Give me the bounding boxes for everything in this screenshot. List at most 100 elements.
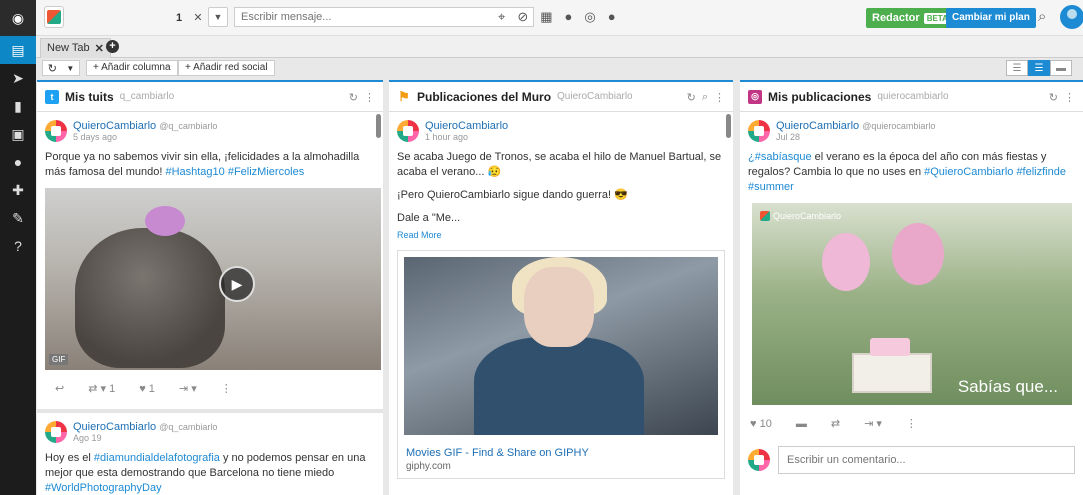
avatar[interactable]	[397, 120, 419, 142]
link-preview-image[interactable]	[404, 257, 718, 435]
attach-icon[interactable]: ⊘	[517, 9, 528, 25]
message-input[interactable]	[234, 7, 534, 27]
refresh-icon[interactable]: ↻	[349, 91, 358, 104]
post-time[interactable]: Ago 19	[73, 433, 217, 443]
play-icon[interactable]: ▶	[219, 266, 255, 302]
post-time[interactable]: 1 hour ago	[425, 132, 508, 142]
search-icon[interactable]: ⌕	[702, 91, 708, 104]
view-compact-icon[interactable]: ☰	[1006, 60, 1028, 76]
privacy-icon[interactable]: ◎	[584, 9, 595, 25]
retweet-button[interactable]: ⇄ ▾ 1	[88, 382, 115, 395]
tab-new-tab[interactable]: New Tab ✕	[40, 38, 111, 58]
post-card: QuieroCambiarlo 1 hour ago Se acaba Jueg…	[389, 112, 733, 240]
profile-selector[interactable]	[44, 6, 64, 28]
post-image[interactable]: QuieroCambiarlo Sabías que...	[752, 203, 1072, 405]
more-options-icon[interactable]: ⋮	[714, 91, 725, 104]
post-text: Dale a "Me...	[397, 212, 461, 224]
apps-icon[interactable]: ✚	[0, 176, 36, 204]
post-text-body: Hoy es el	[45, 452, 94, 464]
calendar-icon[interactable]: ▦	[540, 9, 552, 25]
add-network-button[interactable]: + Añadir red social	[178, 60, 275, 76]
tab-label: New Tab	[47, 42, 90, 54]
profile-avatar-icon	[47, 10, 61, 24]
search-icon[interactable]: ⌕	[1038, 8, 1046, 25]
more-options-icon[interactable]: ⋮	[906, 417, 917, 430]
chevron-down-icon: ▼	[66, 63, 75, 73]
pin-icon[interactable]: ⌖	[498, 9, 505, 25]
redactor-label: Redactor	[872, 12, 920, 24]
column-twitter: t Mis tuits q_cambiarlo ↻ ⋮ QuieroCambiar…	[37, 80, 383, 495]
refresh-icon[interactable]: ↻	[687, 91, 696, 104]
reply-icon[interactable]: ↩	[55, 382, 64, 395]
avatar[interactable]	[45, 120, 67, 142]
author-name[interactable]: QuieroCambiarlo	[73, 120, 156, 132]
hashtag[interactable]: #diamundialdelafotografia	[94, 452, 220, 464]
publisher-icon[interactable]: ➤	[0, 64, 36, 92]
read-more-link[interactable]: Read More	[397, 230, 725, 240]
analytics-icon[interactable]: ▮	[0, 92, 36, 120]
chevron-down-icon[interactable]: ▼	[208, 7, 228, 27]
user-avatar[interactable]	[1060, 5, 1083, 29]
add-tab-icon[interactable]: +	[106, 40, 119, 53]
author-name[interactable]: QuieroCambiarlo	[73, 421, 156, 433]
hashtags[interactable]: #Hashtag10 #FelizMiercoles	[165, 166, 304, 178]
left-nav-rail: ◉ ▤ ➤ ▮ ▣ ● ✚ ✎ ?	[0, 0, 36, 495]
hashtag[interactable]: ¿#sabíasque	[748, 151, 812, 163]
like-button[interactable]: ♥ 1	[139, 383, 155, 395]
more-options-icon[interactable]: ⋮	[1064, 91, 1075, 104]
selected-profiles-count: 1	[176, 12, 183, 24]
author-handle: @q_cambiarlo	[159, 121, 218, 131]
redactor-button[interactable]: Redactor BETA	[866, 8, 957, 28]
comment-box	[740, 442, 1083, 478]
post-time[interactable]: 5 days ago	[73, 132, 217, 142]
clear-profiles-icon[interactable]: ✕	[188, 7, 208, 27]
close-tab-icon[interactable]: ✕	[95, 42, 104, 55]
refresh-dropdown[interactable]: ↻ ▼	[42, 60, 80, 76]
image-logo-text: QuieroCambiarlo	[773, 211, 842, 221]
owl-logo-icon[interactable]: ◉	[0, 0, 36, 36]
share-icon[interactable]: ⇥ ▾	[179, 382, 197, 395]
column-facebook: ⚑ Publicaciones del Muro QuieroCambiarlo…	[389, 80, 733, 495]
add-column-button[interactable]: + Añadir columna	[86, 60, 178, 76]
share-icon[interactable]: ⇥ ▾	[864, 417, 882, 430]
location-icon[interactable]: ●	[565, 9, 573, 25]
column-header: ⚑ Publicaciones del Muro QuieroCambiarlo…	[389, 82, 733, 112]
post-card: QuieroCambiarlo @q_cambiarlo 5 days ago …	[37, 112, 383, 407]
streams-icon[interactable]: ▤	[0, 36, 36, 64]
flag-icon: ⚑	[398, 88, 410, 104]
column-title: Mis tuits	[65, 89, 114, 104]
avatar[interactable]	[748, 120, 770, 142]
more-options-icon[interactable]: ⋮	[221, 382, 232, 395]
repost-icon[interactable]: ⇄	[831, 417, 840, 430]
post-text: ¡Pero QuieroCambiarlo sigue dando guerra…	[397, 189, 628, 201]
post-card: QuieroCambiarlo @quierocambiarlo Jul 28 …	[740, 112, 1083, 195]
campaigns-icon[interactable]: ●	[0, 148, 36, 176]
author-name[interactable]: QuieroCambiarlo	[425, 120, 508, 132]
like-count: 10	[759, 417, 772, 430]
gif-badge: GIF	[49, 354, 69, 365]
refresh-icon: ↻	[47, 62, 57, 75]
link-title[interactable]: Movies GIF - Find & Share on GIPHY	[398, 441, 724, 461]
tools-icon[interactable]: ✎	[0, 204, 36, 232]
comment-input[interactable]	[778, 446, 1075, 474]
post-time[interactable]: Jul 28	[776, 132, 935, 142]
view-standard-icon[interactable]: ☰	[1028, 60, 1050, 76]
like-button[interactable]: ♥ 10	[750, 418, 772, 430]
hashtag[interactable]: #WorldPhotographyDay	[45, 482, 162, 494]
column-title: Mis publicaciones	[768, 89, 872, 104]
image-logo: QuieroCambiarlo	[760, 211, 841, 221]
refresh-icon[interactable]: ↻	[1049, 91, 1058, 104]
post-media-gif[interactable]: ▶ GIF	[45, 188, 381, 370]
view-wide-icon[interactable]: ▬	[1050, 60, 1072, 76]
help-icon[interactable]: ?	[0, 232, 36, 260]
comment-icon[interactable]: ▬	[796, 418, 807, 430]
more-options-icon[interactable]: ⋮	[364, 91, 375, 104]
column-subtitle: quierocambiarlo	[877, 91, 949, 102]
post-text: Porque ya no sabemos vivir sin ella, ¡fe…	[45, 150, 375, 180]
lock-icon[interactable]: ●	[608, 9, 616, 25]
author-name[interactable]: QuieroCambiarlo	[776, 120, 859, 132]
link-preview-card[interactable]: Movies GIF - Find & Share on GIPHY giphy…	[397, 250, 725, 479]
assignments-icon[interactable]: ▣	[0, 120, 36, 148]
avatar[interactable]	[45, 421, 67, 443]
change-plan-button[interactable]: Cambiar mi plan	[946, 8, 1036, 28]
